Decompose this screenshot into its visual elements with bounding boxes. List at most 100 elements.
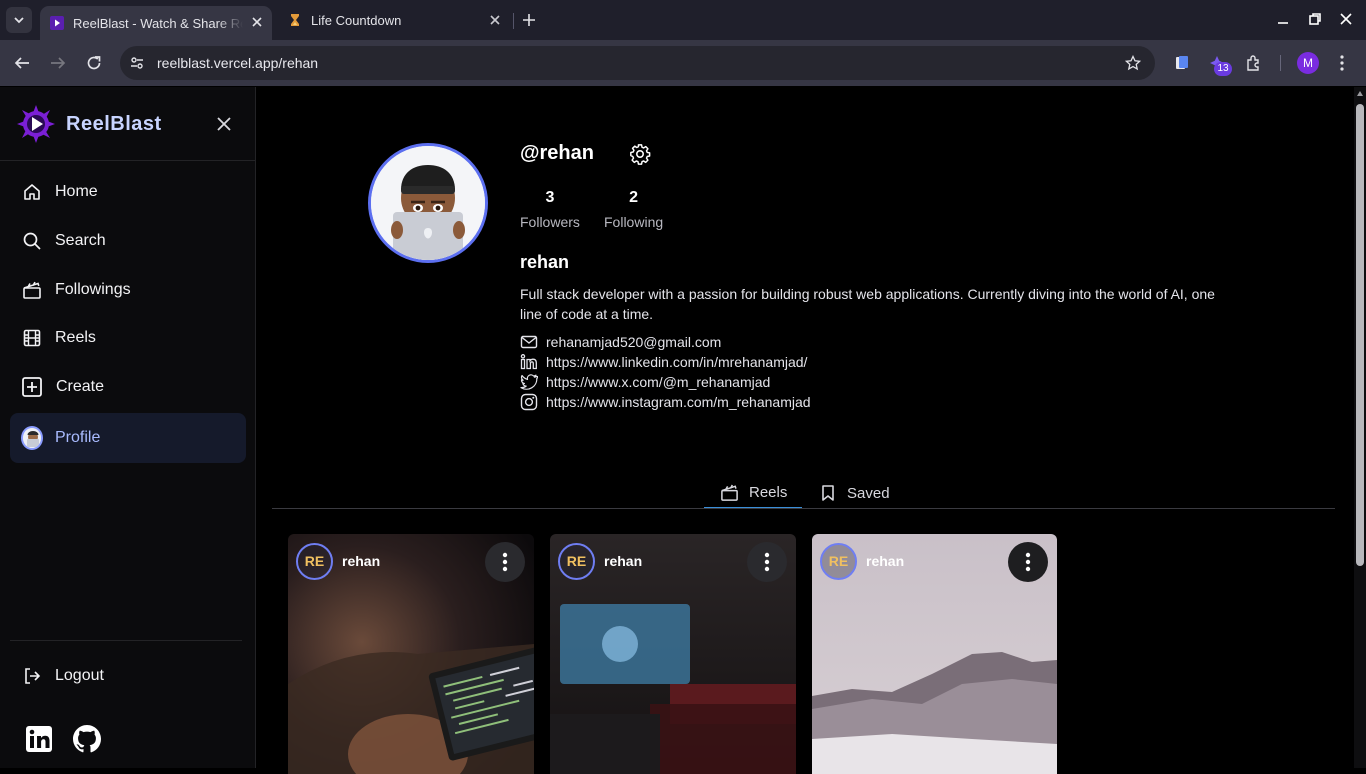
github-icon[interactable] (73, 725, 101, 753)
scrollbar-thumb[interactable] (1356, 104, 1364, 566)
contact-instagram[interactable]: https://www.instagram.com/m_rehanamjad (520, 392, 811, 412)
browser-toolbar: reelblast.vercel.app/rehan 13 M (0, 40, 1366, 86)
twitter-icon (520, 374, 538, 390)
reel-card[interactable]: RE rehan (812, 534, 1057, 774)
following-label: Following (604, 214, 664, 230)
tab-title: ReelBlast - Watch & Share Reels (73, 15, 243, 31)
logout-label: Logout (55, 667, 104, 684)
nav-item-profile[interactable]: Profile (10, 413, 246, 463)
minimize-icon[interactable] (1276, 12, 1290, 26)
followers-count: 3 (545, 189, 555, 206)
x-url: https://www.x.com/@m_rehanamjad (546, 374, 771, 390)
contact-linkedin[interactable]: https://www.linkedin.com/in/mrehanamjad/ (520, 352, 807, 372)
scroll-up-arrow-icon[interactable] (1357, 91, 1363, 96)
nav-item-followings[interactable]: Followings (10, 267, 246, 313)
tab-reels-label: Reels (749, 483, 788, 501)
close-tab-icon[interactable] (488, 13, 502, 27)
browser-tab-reelblast[interactable]: ReelBlast - Watch & Share Reels (40, 6, 272, 40)
mail-icon (520, 335, 538, 349)
nav-label: Search (55, 232, 106, 249)
profile-bio: Full stack developer with a passion for … (520, 286, 1215, 322)
reel-options-button[interactable] (485, 542, 525, 582)
reel-author-avatar[interactable]: RE (296, 543, 333, 580)
reel-card[interactable]: RE rehan (550, 534, 796, 774)
nav-item-create[interactable]: Create (10, 364, 246, 410)
following-stat[interactable]: 2 Following (604, 189, 663, 230)
tabs-divider (272, 508, 1335, 509)
linkedin-url: https://www.linkedin.com/in/mrehanamjad/ (546, 354, 808, 370)
clapperboard-icon (721, 484, 738, 501)
browser-tab-life-countdown[interactable]: Life Countdown (278, 4, 510, 36)
tab-saved-label: Saved (847, 484, 890, 502)
new-tab-icon[interactable] (520, 11, 538, 29)
close-tab-icon[interactable] (250, 15, 264, 29)
nav-label: Profile (55, 429, 101, 446)
restore-icon[interactable] (1308, 12, 1322, 26)
main-content: @rehan 3 Followers 2 Following rehan Ful… (256, 87, 1354, 774)
more-vert-icon (1025, 552, 1031, 572)
reel-card[interactable]: RE rehan (288, 534, 534, 774)
contact-x[interactable]: https://www.x.com/@m_rehanamjad (520, 372, 770, 392)
browser-tab-bar: ReelBlast - Watch & Share Reels Life Cou… (0, 0, 1366, 40)
contact-email[interactable]: rehanamjad520@gmail.com (520, 332, 721, 352)
nav-label: Followings (55, 281, 131, 298)
reel-author-name[interactable]: rehan (866, 553, 904, 569)
linkedin-outline-icon (520, 354, 537, 370)
reload-icon[interactable] (85, 54, 103, 72)
chevron-down-icon (14, 17, 24, 24)
url-text[interactable]: reelblast.vercel.app/rehan (157, 55, 318, 71)
nav-item-home[interactable]: Home (10, 169, 246, 215)
avatar (21, 426, 43, 450)
more-vert-icon (764, 552, 770, 572)
followers-label: Followers (520, 214, 580, 230)
reel-author-name[interactable]: rehan (604, 553, 642, 569)
address-bar[interactable]: reelblast.vercel.app/rehan (120, 46, 1155, 80)
nav-item-reels[interactable]: Reels (10, 315, 246, 361)
close-window-icon[interactable] (1339, 12, 1353, 26)
hourglass-favicon-icon (291, 14, 299, 26)
followers-stat[interactable]: 3 Followers (520, 189, 580, 230)
reel-author-avatar[interactable]: RE (558, 543, 595, 580)
bookmark-star-icon[interactable] (1125, 55, 1141, 71)
settings-gear-icon[interactable] (629, 143, 651, 165)
email-text: rehanamjad520@gmail.com (546, 334, 722, 350)
display-name: rehan (520, 252, 570, 272)
more-vert-icon (502, 552, 508, 572)
reel-author-avatar[interactable]: RE (820, 543, 857, 580)
profile-avatar (368, 143, 488, 263)
linkedin-icon[interactable] (25, 725, 53, 753)
brand-name: ReelBlast (66, 112, 162, 135)
reel-options-button[interactable] (1008, 542, 1048, 582)
page-scrollbar[interactable] (1354, 87, 1366, 768)
reelblast-favicon-icon (50, 16, 64, 30)
tab-search-button[interactable] (6, 7, 32, 33)
nav-item-search[interactable]: Search (10, 218, 246, 264)
sidebar: ReelBlast Home Search Followings Reels C… (0, 87, 256, 768)
back-icon[interactable] (13, 54, 31, 72)
nav-label: Home (55, 183, 98, 200)
instagram-icon (520, 393, 538, 411)
logout-button[interactable]: Logout (10, 653, 246, 699)
reel-author-name[interactable]: rehan (342, 553, 380, 569)
tab-saved[interactable]: Saved (819, 477, 890, 509)
browser-profile-avatar[interactable]: M (1297, 52, 1319, 74)
more-vert-icon[interactable] (1335, 54, 1349, 72)
site-info-icon[interactable] (129, 55, 145, 71)
clapperboard-icon (21, 279, 43, 301)
reel-options-button[interactable] (747, 542, 787, 582)
divider (0, 160, 255, 161)
extensions-puzzle-icon[interactable] (1245, 54, 1263, 72)
extension-badge: 13 (1214, 62, 1232, 76)
reelblast-logo-icon (17, 105, 55, 143)
nav-label: Create (56, 378, 105, 395)
film-icon (21, 327, 43, 349)
forward-icon[interactable] (49, 54, 67, 72)
extension-doc-icon[interactable] (1173, 54, 1191, 72)
tab-title: Life Countdown (311, 12, 402, 28)
divider (10, 640, 242, 641)
brand[interactable]: ReelBlast (16, 103, 162, 145)
bookmark-icon (822, 485, 834, 501)
tab-reels[interactable]: Reels (704, 477, 802, 509)
close-sidebar-icon[interactable] (216, 116, 232, 132)
search-icon (21, 230, 43, 252)
